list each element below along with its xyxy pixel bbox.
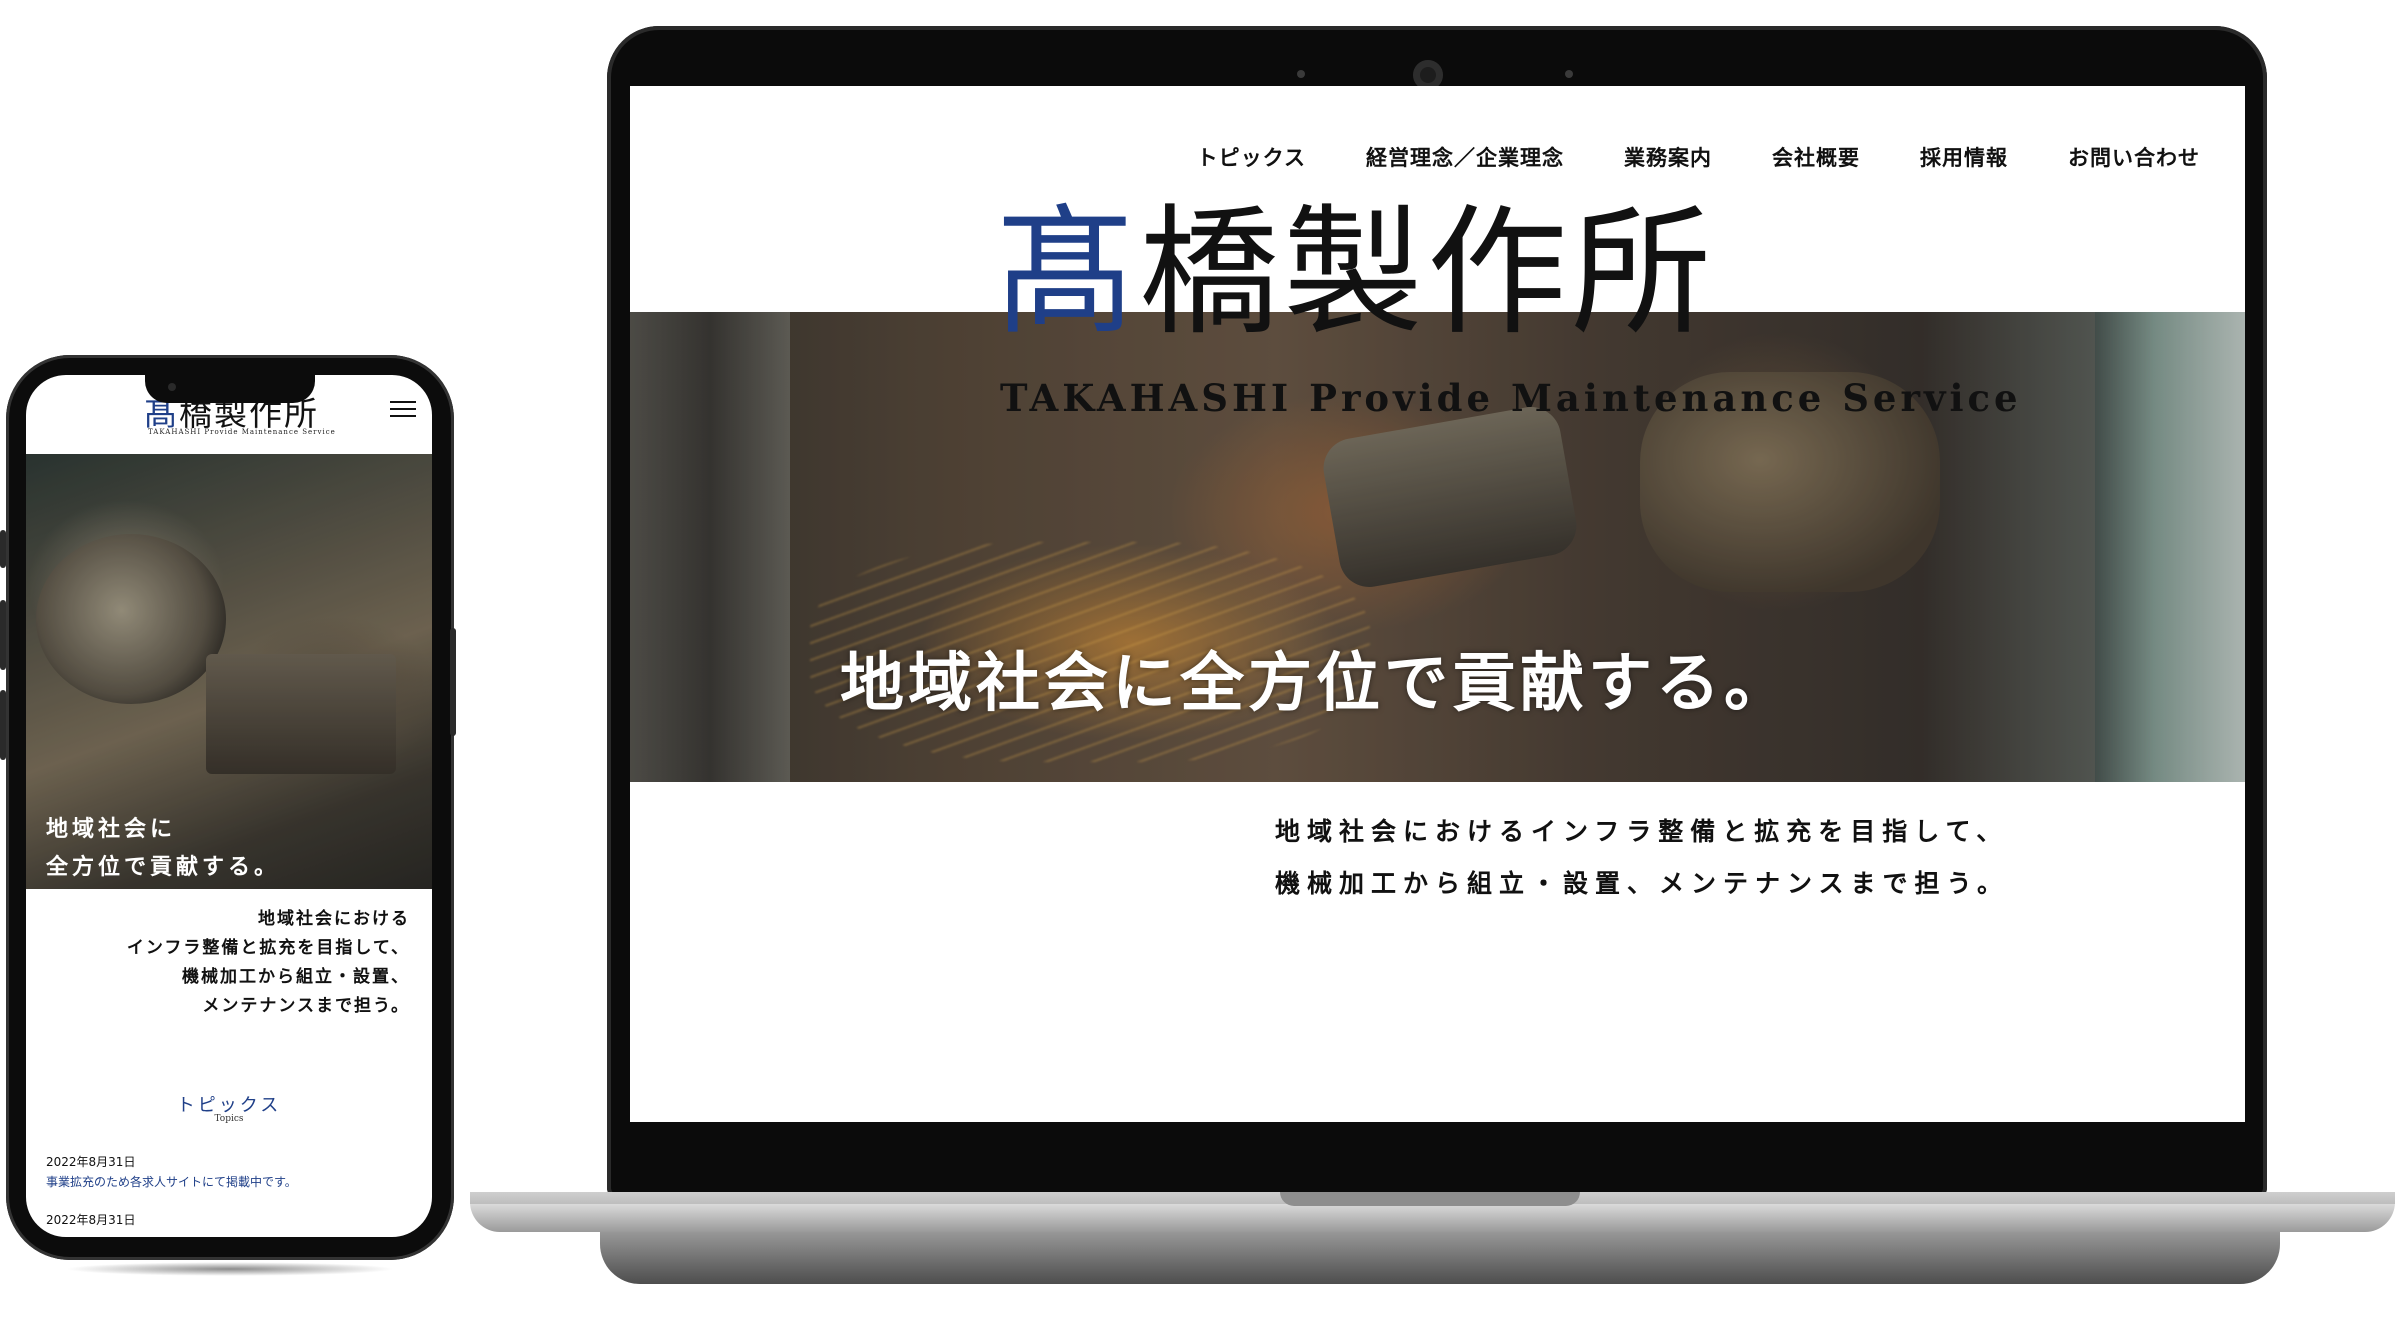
logo-rest: 橋製作所	[1139, 192, 1716, 355]
news-date: 2022年8月31日	[46, 1213, 136, 1227]
nav-item-recruit[interactable]: 採用情報	[1920, 142, 2008, 172]
mobile-intro-line: インフラ整備と拡充を目指して、	[126, 938, 410, 958]
laptop-screen: トピックス 経営理念／企業理念 業務案内 会社概要 採用情報 お問い合わせ 髙橋…	[630, 86, 2245, 1122]
news-date: 2022年8月31日	[46, 1155, 136, 1169]
phone-camera-dot	[168, 383, 176, 391]
logo-first-char: 髙	[995, 192, 1140, 355]
camera-sensor-dot	[1565, 70, 1573, 78]
nav-item-company[interactable]: 会社概要	[1772, 142, 1860, 172]
nav-item-philosophy[interactable]: 経営理念／企業理念	[1366, 142, 1564, 172]
news-link[interactable]: 事業拡充のため各求人サイトにて掲載中です。	[46, 1173, 297, 1190]
intro-text: 地域社会におけるインフラ整備と拡充を目指して、 機械加工から組立・設置、メンテナ…	[1275, 806, 2009, 910]
mobile-intro-line: 機械加工から組立・設置、	[182, 967, 410, 987]
nav-item-topics[interactable]: トピックス	[1197, 142, 1306, 172]
mobile-intro-line: メンテナンスまで担う。	[202, 996, 410, 1016]
mobile-intro-line: 地域社会における	[258, 909, 410, 929]
laptop-foot-shadow	[600, 1232, 2280, 1284]
phone-volume-up-button	[0, 600, 6, 670]
laptop-opening-notch	[1280, 1192, 1580, 1206]
mobile-hero-catch-line: 地域社会に	[46, 816, 177, 842]
phone-side-button	[0, 530, 6, 568]
mobile-hero-image: 地域社会に 全方位で貢献する。	[26, 454, 432, 889]
nav-item-contact[interactable]: お問い合わせ	[2068, 142, 2200, 172]
mobile-intro-text: 地域社会における インフラ整備と拡充を目指して、 機械加工から組立・設置、 メン…	[127, 905, 410, 1021]
mobile-hero-catch-line: 全方位で貢献する。	[46, 854, 281, 880]
site-logo[interactable]: 髙橋製作所	[995, 204, 1715, 344]
topics-subheading: Topics	[214, 1114, 244, 1124]
hamburger-menu-icon[interactable]	[390, 401, 416, 419]
phone-screen: 髙橋製作所 TAKAHASHI Provide Maintenance Serv…	[26, 375, 432, 1237]
intro-line: 地域社会におけるインフラ整備と拡充を目指して、	[1275, 817, 2009, 846]
site-logo-en: TAKAHASHI Provide Maintenance Service	[1000, 376, 2022, 420]
nav-item-services[interactable]: 業務案内	[1624, 142, 1712, 172]
intro-line: 機械加工から組立・設置、メンテナンスまで担う。	[1275, 869, 2010, 898]
phone-shadow	[65, 1262, 395, 1276]
mobile-logo-en: TAKAHASHI Provide Maintenance Service	[148, 428, 336, 436]
global-nav: トピックス 経営理念／企業理念 業務案内 会社概要 採用情報 お問い合わせ	[1197, 142, 2200, 172]
hero-catchphrase: 地域社会に全方位で貢献する。	[840, 646, 1792, 721]
mobile-hero-catch: 地域社会に 全方位で貢献する。	[46, 810, 280, 886]
camera-sensor-dot	[1297, 70, 1305, 78]
phone-power-button	[450, 628, 456, 736]
phone-volume-down-button	[0, 690, 6, 760]
